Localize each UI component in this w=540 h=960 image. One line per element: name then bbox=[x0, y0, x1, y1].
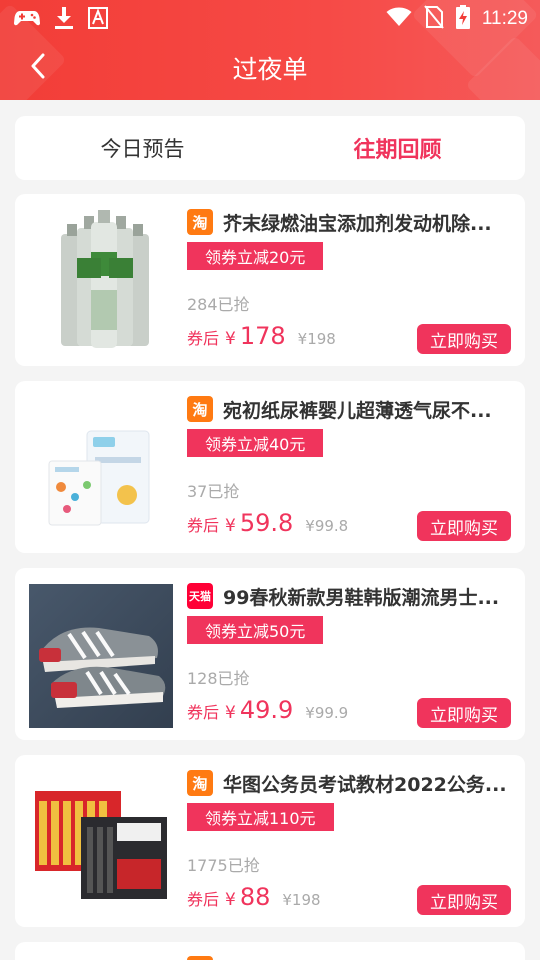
coupon-price: 178 bbox=[239, 322, 286, 350]
product-card[interactable] bbox=[15, 942, 525, 960]
price-row: 券后 ¥ 49.9 ¥99.9 bbox=[187, 696, 348, 726]
coupon-price: 59.8 bbox=[239, 509, 294, 537]
product-card[interactable]: 淘 芥末绿燃油宝添加剂发动机除... 领券立减20元 284已抢 券后 ¥ 17… bbox=[15, 194, 525, 366]
header: 11:29 过夜单 bbox=[0, 0, 540, 100]
product-title[interactable]: 华图公务员考试教材2022公务... bbox=[223, 770, 507, 797]
status-time: 11:29 bbox=[481, 8, 528, 29]
product-title[interactable]: 99春秋新款男鞋韩版潮流男士... bbox=[223, 583, 499, 610]
taobao-icon: 淘 bbox=[187, 770, 213, 796]
buy-now-button[interactable]: 立即购买 bbox=[417, 324, 511, 354]
coupon-badge[interactable]: 领券立减50元 bbox=[187, 616, 324, 644]
buy-now-button[interactable]: 立即购买 bbox=[417, 698, 511, 728]
product-image[interactable] bbox=[29, 210, 173, 354]
taobao-icon: 淘 bbox=[187, 209, 213, 235]
tab-past-review[interactable]: 往期回顾 bbox=[270, 116, 525, 180]
original-price: ¥99.8 bbox=[305, 517, 349, 535]
battery-charging-icon bbox=[455, 5, 470, 33]
page-title: 过夜单 bbox=[232, 55, 308, 84]
product-image[interactable] bbox=[29, 584, 173, 728]
coupon-badge[interactable]: 领券立减20元 bbox=[187, 242, 324, 270]
original-price: ¥99.9 bbox=[305, 704, 349, 722]
wifi-icon bbox=[386, 7, 412, 31]
tab-bar: 今日预告 往期回顾 bbox=[15, 116, 525, 180]
product-card[interactable]: 淘 华图公务员考试教材2022公务... 领券立减110元 1775已抢 券后 … bbox=[15, 755, 525, 927]
product-card[interactable]: 淘 宛初纸尿裤婴儿超薄透气尿不... 领券立减40元 37已抢 券后 ¥ 59.… bbox=[15, 381, 525, 553]
gamepad-icon bbox=[13, 8, 41, 32]
taobao-icon: 淘 bbox=[187, 396, 213, 422]
sold-count: 37已抢 bbox=[187, 482, 240, 501]
product-image[interactable] bbox=[29, 397, 173, 541]
taobao-icon bbox=[187, 956, 213, 960]
price-row: 券后 ¥ 59.8 ¥99.8 bbox=[187, 509, 348, 539]
price-label: 券后 bbox=[187, 890, 220, 909]
font-icon bbox=[88, 7, 108, 33]
product-image[interactable] bbox=[29, 771, 173, 915]
product-title[interactable]: 宛初纸尿裤婴儿超薄透气尿不... bbox=[223, 396, 492, 423]
coupon-price: 88 bbox=[239, 883, 271, 911]
coupon-badge[interactable]: 领券立减110元 bbox=[187, 803, 334, 831]
no-sim-icon bbox=[424, 5, 444, 33]
currency-symbol: ¥ bbox=[225, 329, 236, 349]
sold-count: 1775已抢 bbox=[187, 856, 260, 875]
tab-today-preview[interactable]: 今日预告 bbox=[15, 116, 270, 180]
currency-symbol: ¥ bbox=[225, 516, 236, 536]
price-row: 券后 ¥ 88 ¥198 bbox=[187, 883, 321, 913]
nav-bar: 过夜单 bbox=[0, 36, 540, 100]
price-label: 券后 bbox=[187, 516, 220, 535]
product-card[interactable]: 天猫 99春秋新款男鞋韩版潮流男士... 领券立减50元 128已抢 券后 ¥ … bbox=[15, 568, 525, 740]
coupon-price: 49.9 bbox=[239, 696, 294, 724]
price-row: 券后 ¥ 178 ¥198 bbox=[187, 322, 336, 352]
product-title[interactable]: 芥末绿燃油宝添加剂发动机除... bbox=[223, 209, 492, 236]
tmall-icon: 天猫 bbox=[187, 583, 213, 609]
buy-now-button[interactable]: 立即购买 bbox=[417, 511, 511, 541]
currency-symbol: ¥ bbox=[225, 703, 236, 723]
original-price: ¥198 bbox=[282, 891, 321, 909]
sold-count: 284已抢 bbox=[187, 295, 250, 314]
original-price: ¥198 bbox=[297, 330, 336, 348]
buy-now-button[interactable]: 立即购买 bbox=[417, 885, 511, 915]
coupon-badge[interactable]: 领券立减40元 bbox=[187, 429, 324, 457]
download-icon bbox=[54, 6, 74, 34]
price-label: 券后 bbox=[187, 329, 220, 348]
price-label: 券后 bbox=[187, 703, 220, 722]
status-bar: 11:29 bbox=[0, 0, 540, 36]
currency-symbol: ¥ bbox=[225, 890, 236, 910]
sold-count: 128已抢 bbox=[187, 669, 250, 688]
